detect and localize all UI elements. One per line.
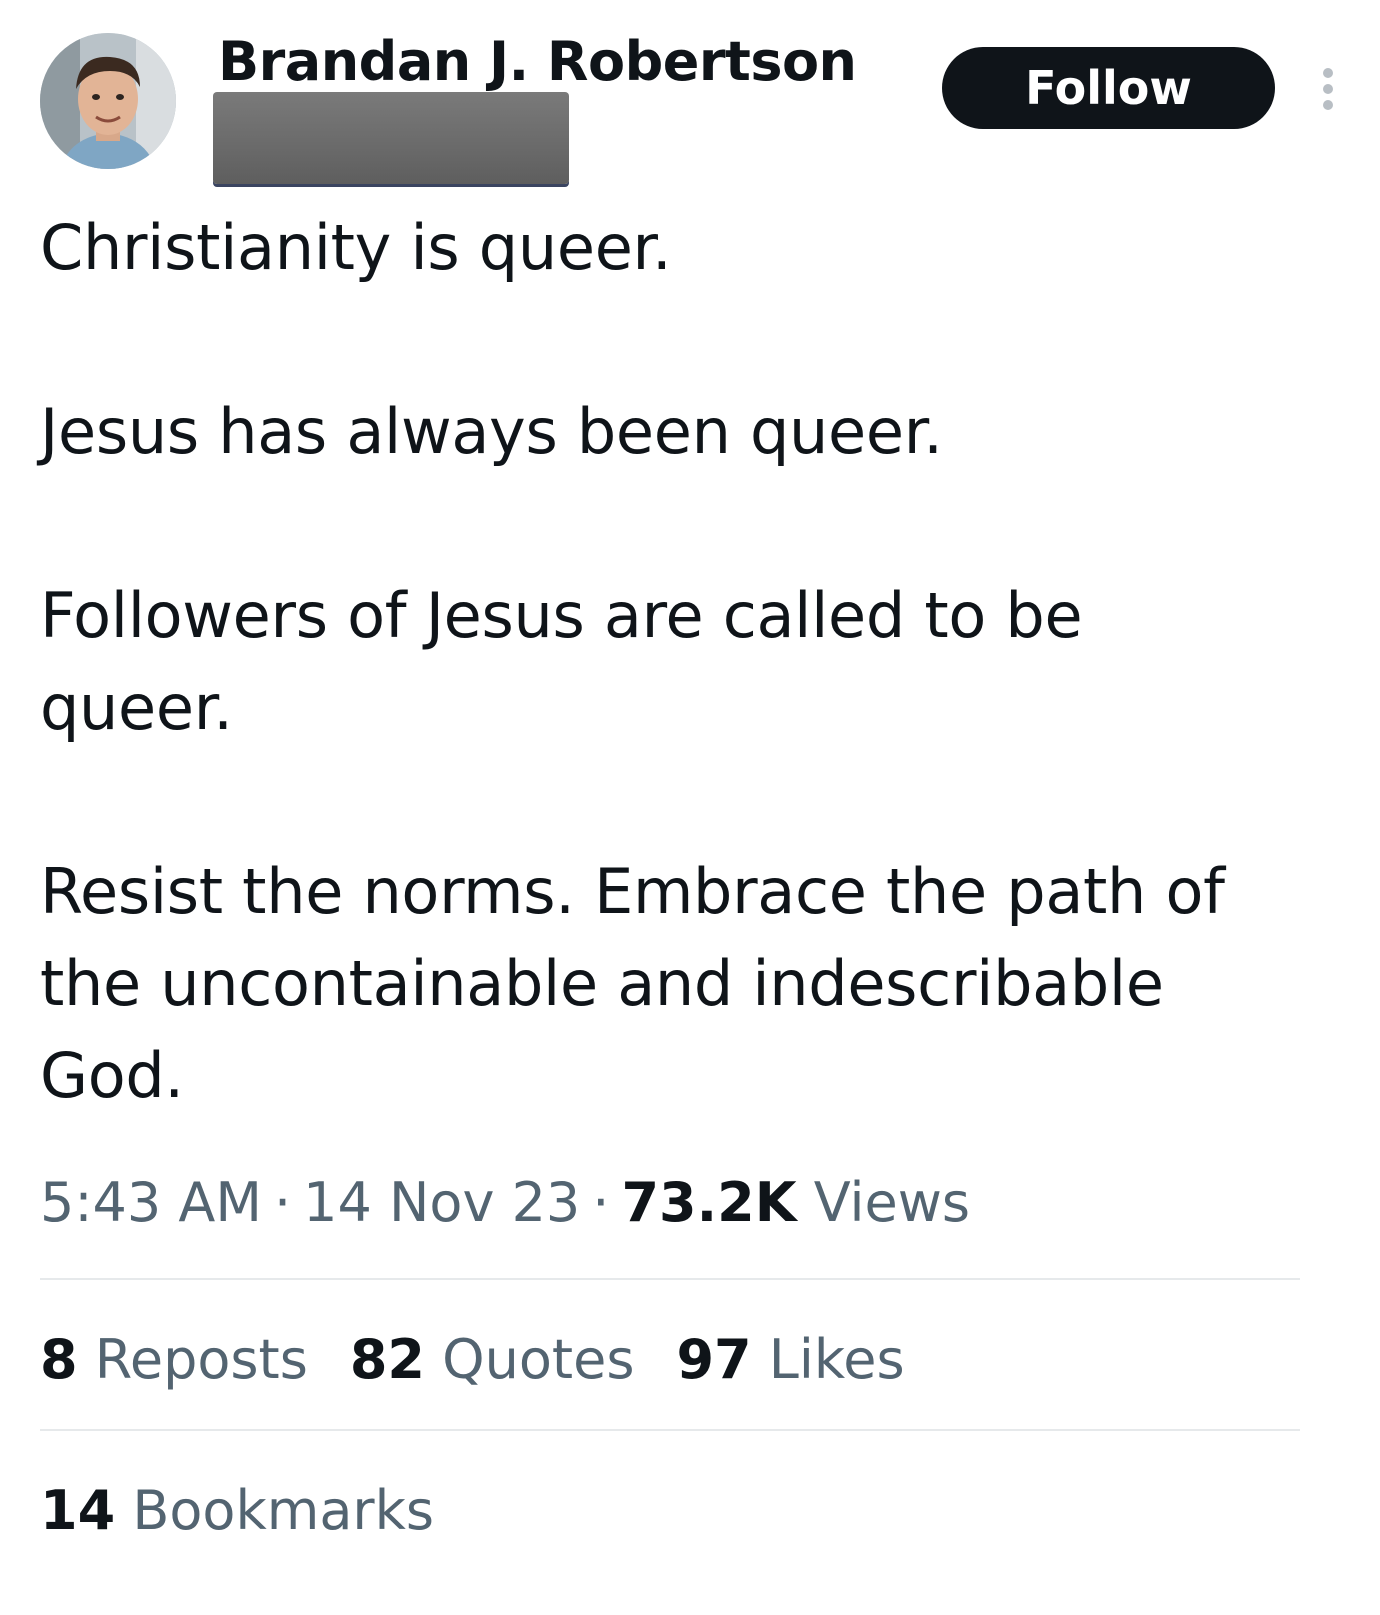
bookmarks-label: Bookmarks bbox=[132, 1479, 435, 1542]
tweet-paragraph: Resist the norms. Embrace the path of th… bbox=[40, 855, 1225, 1112]
bookmarks-count: 14 bbox=[40, 1479, 116, 1542]
reposts-count: 8 bbox=[40, 1328, 78, 1391]
profile-photo-icon bbox=[40, 33, 176, 169]
author-display-name[interactable]: Brandan J. Robertson bbox=[218, 30, 857, 94]
quotes-count: 82 bbox=[349, 1328, 425, 1391]
avatar[interactable] bbox=[40, 33, 176, 169]
tweet-text: Christianity is queer. Jesus has always … bbox=[40, 202, 1340, 1122]
likes-count: 97 bbox=[676, 1328, 752, 1391]
meta-separator: · bbox=[592, 1171, 610, 1234]
more-vertical-icon[interactable] bbox=[1317, 66, 1339, 112]
tweet-time[interactable]: 5:43 AM bbox=[40, 1171, 262, 1234]
quotes-label: Quotes bbox=[442, 1328, 635, 1391]
tweet-date[interactable]: 14 Nov 23 bbox=[303, 1171, 580, 1234]
redacted-handle bbox=[213, 92, 569, 184]
tweet-paragraph: Followers of Jesus are called to be quee… bbox=[40, 579, 1083, 744]
tweet-meta: 5:43 AM · 14 Nov 23 · 73.2K Views bbox=[40, 1168, 970, 1238]
tweet-paragraph: Jesus has always been queer. bbox=[40, 395, 943, 468]
meta-separator: · bbox=[273, 1171, 292, 1234]
follow-button[interactable]: Follow bbox=[942, 47, 1275, 129]
quotes-stat[interactable]: 82 Quotes bbox=[350, 1325, 635, 1395]
likes-stat[interactable]: 97 Likes bbox=[676, 1325, 904, 1395]
reposts-label: Reposts bbox=[94, 1328, 308, 1391]
views-label: Views bbox=[813, 1171, 970, 1234]
engagement-stats: 8 Reposts 82 Quotes 97 Likes bbox=[40, 1325, 905, 1395]
views-count: 73.2K bbox=[621, 1171, 797, 1234]
bookmarks-stat[interactable]: 14 Bookmarks bbox=[40, 1476, 434, 1546]
likes-label: Likes bbox=[768, 1328, 905, 1391]
divider bbox=[40, 1278, 1300, 1280]
divider bbox=[40, 1429, 1300, 1431]
tweet-paragraph: Christianity is queer. bbox=[40, 211, 672, 284]
reposts-stat[interactable]: 8 Reposts bbox=[40, 1325, 308, 1395]
